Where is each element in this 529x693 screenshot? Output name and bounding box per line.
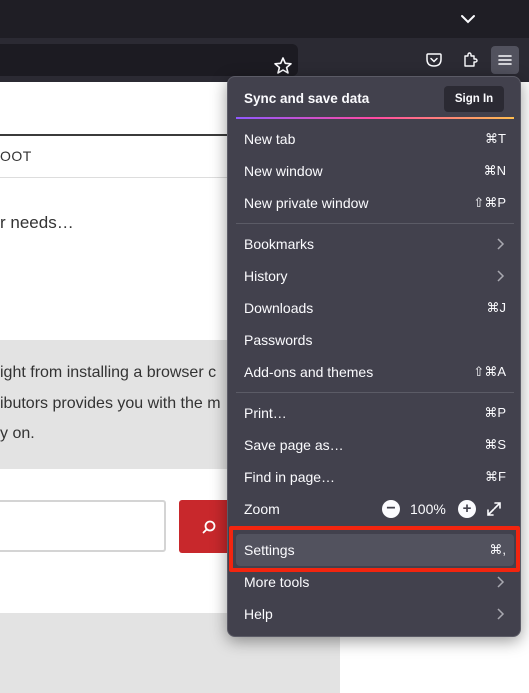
menu-item-shortcut: ⌘N — [483, 163, 506, 178]
menu-item-label: Help — [244, 606, 273, 622]
menu-item-passwords[interactable]: Passwords — [236, 324, 514, 356]
search-icon — [202, 520, 216, 533]
menu-item-label: Bookmarks — [244, 236, 315, 252]
zoom-in-button[interactable]: + — [458, 500, 476, 518]
search-input[interactable] — [0, 500, 166, 552]
tab-strip — [0, 0, 529, 38]
zoom-out-button[interactable]: − — [382, 500, 400, 518]
chevron-right-icon — [497, 238, 505, 250]
menu-item-label: Add-ons and themes — [244, 364, 374, 380]
menu-item-help[interactable]: Help — [236, 598, 514, 630]
menu-item-shortcut: ⇧⌘A — [473, 364, 506, 379]
menu-item-bookmarks[interactable]: Bookmarks — [236, 228, 514, 260]
menu-item-label: New window — [244, 163, 323, 179]
menu-separator — [236, 392, 514, 393]
menu-item-addons[interactable]: Add-ons and themes ⇧⌘A — [236, 356, 514, 388]
menu-item-save-page[interactable]: Save page as… ⌘S — [236, 429, 514, 461]
menu-item-label: New private window — [244, 195, 369, 211]
zoom-level[interactable]: 100% — [410, 501, 446, 517]
menu-item-label: Zoom — [244, 501, 280, 517]
menu-item-label: New tab — [244, 131, 296, 147]
menu-item-label: More tools — [244, 574, 310, 590]
menu-item-label: Print… — [244, 405, 287, 421]
star-icon[interactable] — [272, 55, 294, 77]
extensions-icon[interactable] — [456, 46, 484, 74]
chevron-right-icon — [497, 270, 505, 282]
hamburger-menu-icon[interactable] — [491, 46, 519, 74]
menu-item-zoom: Zoom − 100% + — [236, 493, 514, 525]
menu-item-new-private-window[interactable]: New private window ⇧⌘P — [236, 187, 514, 219]
menu-separator — [236, 223, 514, 224]
chevron-right-icon — [497, 608, 505, 620]
menu-item-shortcut: ⇧⌘P — [473, 195, 506, 210]
sync-divider — [236, 117, 514, 119]
menu-item-label: Passwords — [244, 332, 313, 348]
chevron-right-icon — [497, 576, 505, 588]
menu-item-shortcut: ⌘F — [485, 469, 506, 484]
nav-item[interactable]: OOT — [0, 148, 32, 164]
menu-item-history[interactable]: History — [236, 260, 514, 292]
url-bar[interactable] — [0, 44, 298, 76]
menu-item-print[interactable]: Print… ⌘P — [236, 397, 514, 429]
menu-item-label: Save page as… — [244, 437, 344, 453]
menu-item-shortcut: ⌘J — [486, 300, 507, 315]
menu-item-shortcut: ⌘T — [485, 131, 506, 146]
menu-item-shortcut: ⌘S — [484, 437, 506, 452]
menu-item-label: Find in page… — [244, 469, 336, 485]
menu-item-label: History — [244, 268, 288, 284]
fullscreen-icon[interactable] — [484, 499, 504, 519]
chevron-down-icon[interactable] — [457, 8, 479, 30]
pocket-icon[interactable] — [420, 46, 448, 74]
menu-item-find-in-page[interactable]: Find in page… ⌘F — [236, 461, 514, 493]
sync-label: Sync and save data — [244, 91, 370, 106]
menu-item-new-tab[interactable]: New tab ⌘T — [236, 123, 514, 155]
settings-highlight — [229, 526, 520, 572]
info-text-line: y on. — [0, 425, 35, 442]
sign-in-button[interactable]: Sign In — [444, 86, 504, 112]
intro-text: r needs… — [0, 213, 74, 232]
menu-item-label: Downloads — [244, 300, 314, 316]
menu-item-new-window[interactable]: New window ⌘N — [236, 155, 514, 187]
info-text-line: ight from installing a browser c — [0, 364, 217, 381]
sync-row: Sync and save data Sign In — [228, 77, 520, 119]
info-text-line: ibutors provides you with the m — [0, 395, 221, 412]
menu-item-shortcut: ⌘P — [484, 405, 506, 420]
menu-item-downloads[interactable]: Downloads ⌘J — [236, 292, 514, 324]
